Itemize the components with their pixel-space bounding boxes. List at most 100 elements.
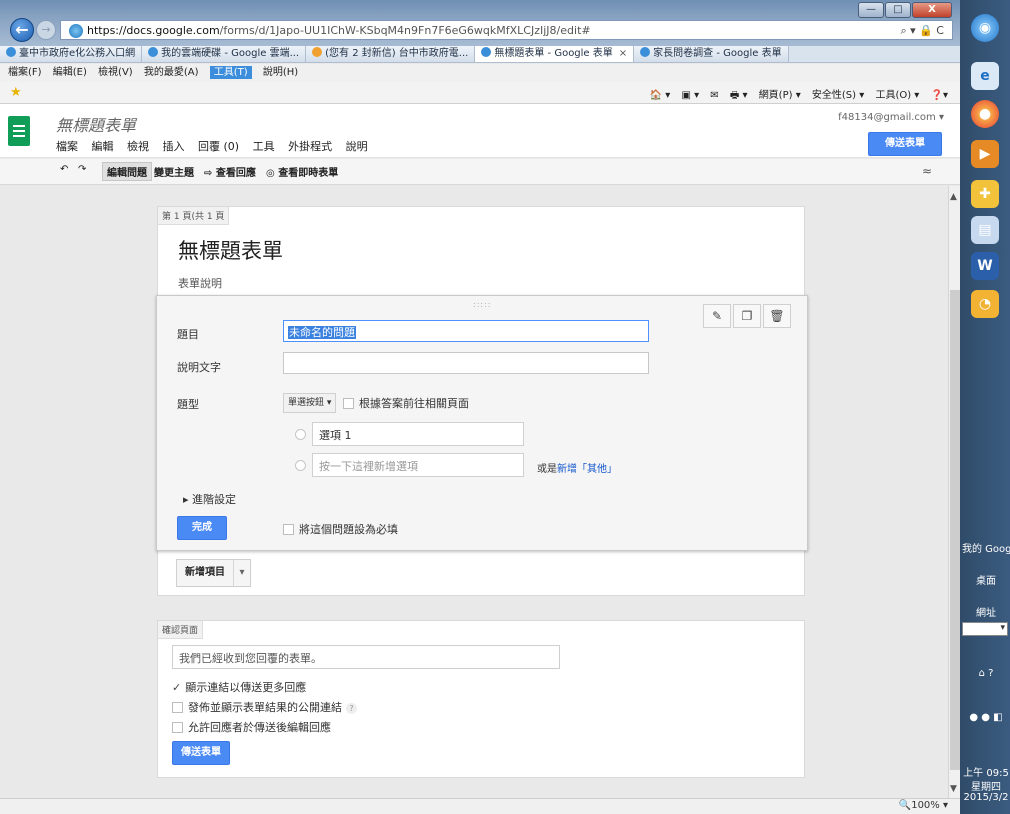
game-icon[interactable]: ✚ [971, 180, 999, 208]
folder-icon[interactable]: ▤ [971, 216, 999, 244]
forms-menu-tools[interactable]: 工具 [253, 140, 275, 153]
tab-mail[interactable]: (您有 2 封新信) 台中市政府電... [306, 46, 476, 62]
safety-menu[interactable]: 安全性(S) ▾ [812, 90, 864, 101]
form-description[interactable]: 表單說明 [178, 275, 222, 291]
delete-trash-icon[interactable]: 🗑 [763, 304, 791, 328]
publish-results-checkbox[interactable] [172, 702, 183, 713]
send-form-button[interactable]: 傳送表單 [868, 132, 942, 156]
menu-file[interactable]: 檔案(F) [8, 67, 42, 78]
mail-button[interactable]: ✉ [710, 90, 718, 101]
desktop-label-google[interactable]: 我的 Goog [962, 540, 1010, 555]
back-button[interactable]: ← [10, 18, 34, 42]
question-title-input[interactable]: 未命名的問題 [283, 320, 649, 342]
forms-menu-view[interactable]: 檢視 [127, 140, 149, 153]
go-to-page-checkbox[interactable] [343, 398, 354, 409]
forms-menu-edit[interactable]: 編輯 [92, 140, 114, 153]
clock-time[interactable]: 上午 09:5 [962, 764, 1010, 779]
account-menu[interactable]: f48134@gmail.com ▾ [838, 112, 944, 123]
required-option[interactable]: 將這個問題設為必填 [283, 521, 398, 537]
tab-taichung-portal[interactable]: 臺中市政府e化公務入口網 [0, 46, 143, 62]
publish-results-option[interactable]: 發佈並顯示表單結果的公開連結? [172, 699, 357, 715]
address-tools[interactable]: ⌕ ▾ 🔒 C [900, 24, 944, 38]
view-responses-button[interactable]: ⇨ 查看回應 [204, 164, 256, 179]
edit-pencil-icon[interactable]: ✎ [703, 304, 731, 328]
drag-handle[interactable]: ::::: [473, 300, 491, 309]
media-icon[interactable]: ▶ [971, 140, 999, 168]
menu-view[interactable]: 檢視(V) [98, 67, 133, 78]
address-bar[interactable]: https://docs.google.com/forms/d/1Japo-UU… [60, 20, 953, 40]
option-1-input[interactable]: 選項 1 [312, 422, 524, 446]
forms-menu-help[interactable]: 說明 [346, 140, 368, 153]
scroll-up-icon[interactable]: ▲ [950, 192, 957, 202]
favorites-star-icon[interactable]: ★ [10, 85, 22, 100]
form-title[interactable]: 無標題表單 [178, 235, 283, 265]
scroll-down-icon[interactable]: ▼ [950, 784, 957, 794]
undo-button[interactable]: ↶ [60, 164, 68, 175]
scrollbar-thumb[interactable] [950, 290, 960, 770]
word-icon[interactable]: W [971, 252, 999, 280]
vertical-scrollbar[interactable]: ▲ ▼ [948, 186, 960, 798]
menu-favorites[interactable]: 我的最愛(A) [144, 67, 199, 78]
forms-logo-icon[interactable] [8, 116, 30, 146]
outlook-icon[interactable]: ◔ [971, 290, 999, 318]
menu-help[interactable]: 說明(H) [263, 67, 298, 78]
edit-questions-button[interactable]: 編輯問題 [102, 162, 152, 181]
collapse-header-button[interactable]: ≈ [922, 164, 932, 178]
confirmation-message-input[interactable]: 我們已經收到您回覆的表單。 [172, 645, 560, 669]
forms-menu-insert[interactable]: 插入 [163, 140, 185, 153]
url-dropdown[interactable]: ▾ [962, 622, 1008, 636]
tools-menu[interactable]: 工具(O) ▾ [875, 90, 919, 101]
redo-button[interactable]: ↷ [78, 164, 86, 175]
maximize-button[interactable]: □ [885, 2, 911, 18]
chrome-icon[interactable]: ● [971, 100, 999, 128]
advanced-settings-toggle[interactable]: ▸ 進階設定 [183, 491, 236, 507]
feeds-button[interactable]: ▣ ▾ [681, 90, 699, 101]
help-icon[interactable]: ? [346, 703, 357, 714]
add-option-input[interactable]: 按一下這裡新增選項 [312, 453, 524, 477]
tab-google-drive[interactable]: 我的雲端硬碟 - Google 雲端... [142, 46, 307, 62]
add-item-button[interactable]: 新增項目 ▾ [176, 559, 251, 587]
tab-parent-survey[interactable]: 家長問卷調查 - Google 表單 [634, 46, 789, 62]
minimize-button[interactable]: — [858, 2, 884, 18]
form-editor-canvas: 第 1 頁(共 1 頁 無標題表單 表單說明 ::::: ✎ ❐ 🗑 題目 未命… [0, 186, 948, 798]
desktop-label-desktop[interactable]: 桌面 [962, 572, 1010, 587]
add-other-link[interactable]: 新增「其他」 [557, 464, 617, 475]
tab-close-icon[interactable]: × [619, 48, 627, 59]
chrome-like-icon[interactable]: ◉ [971, 14, 999, 42]
tray-icons-2[interactable]: ● ● ◧ [962, 712, 1010, 723]
checkmark-icon[interactable]: ✓ [172, 681, 181, 694]
allow-edit-checkbox[interactable] [172, 722, 183, 733]
required-checkbox[interactable] [283, 524, 294, 535]
tray-icons[interactable]: ⌂ ? [962, 668, 1010, 679]
responses-icon: ⇨ [204, 168, 213, 179]
view-live-form-button[interactable]: ◎ 查看即時表單 [266, 164, 338, 179]
ie-icon[interactable]: e [971, 62, 999, 90]
go-to-page-option[interactable]: 根據答案前往相關頁面 [343, 395, 469, 411]
close-window-button[interactable]: X [912, 2, 952, 18]
forms-menu-file[interactable]: 檔案 [56, 140, 78, 153]
mail-icon [312, 47, 323, 57]
done-button[interactable]: 完成 [177, 516, 227, 540]
zoom-control[interactable]: 🔍100% ▾ [899, 800, 948, 811]
home-button[interactable]: 🏠 ▾ [650, 90, 671, 101]
forms-menu-responses[interactable]: 回覆 (0) [198, 140, 239, 153]
help-text-input[interactable] [283, 352, 649, 374]
tab-untitled-form[interactable]: 無標題表單 - Google 表單 × [475, 46, 635, 62]
help-menu[interactable]: ❓▾ [931, 90, 948, 101]
show-link-option[interactable]: ✓ 顯示連結以傳送更多回應 [172, 679, 306, 695]
menu-tools[interactable]: 工具(T) [209, 66, 252, 79]
menu-edit[interactable]: 編輯(E) [53, 67, 87, 78]
page-menu[interactable]: 網頁(P) ▾ [759, 90, 801, 101]
document-title[interactable]: 無標題表單 [56, 112, 136, 136]
question-type-dropdown[interactable]: 單選按鈕 ▾ [283, 393, 337, 413]
allow-edit-option[interactable]: 允許回應者於傳送後編輯回應 [172, 719, 331, 735]
duplicate-icon[interactable]: ❐ [733, 304, 761, 328]
address-row: ← → https://docs.google.com/forms/d/1Jap… [0, 17, 960, 43]
forms-menu-addons[interactable]: 外掛程式 [288, 140, 332, 153]
window-controls: — □ X [857, 2, 952, 18]
change-theme-button[interactable]: 變更主題 [154, 164, 194, 179]
forward-button[interactable]: → [36, 20, 56, 40]
chevron-down-icon[interactable]: ▾ [234, 560, 250, 586]
print-button[interactable]: 🖶 ▾ [730, 90, 748, 101]
send-form-bottom-button[interactable]: 傳送表單 [172, 741, 230, 765]
